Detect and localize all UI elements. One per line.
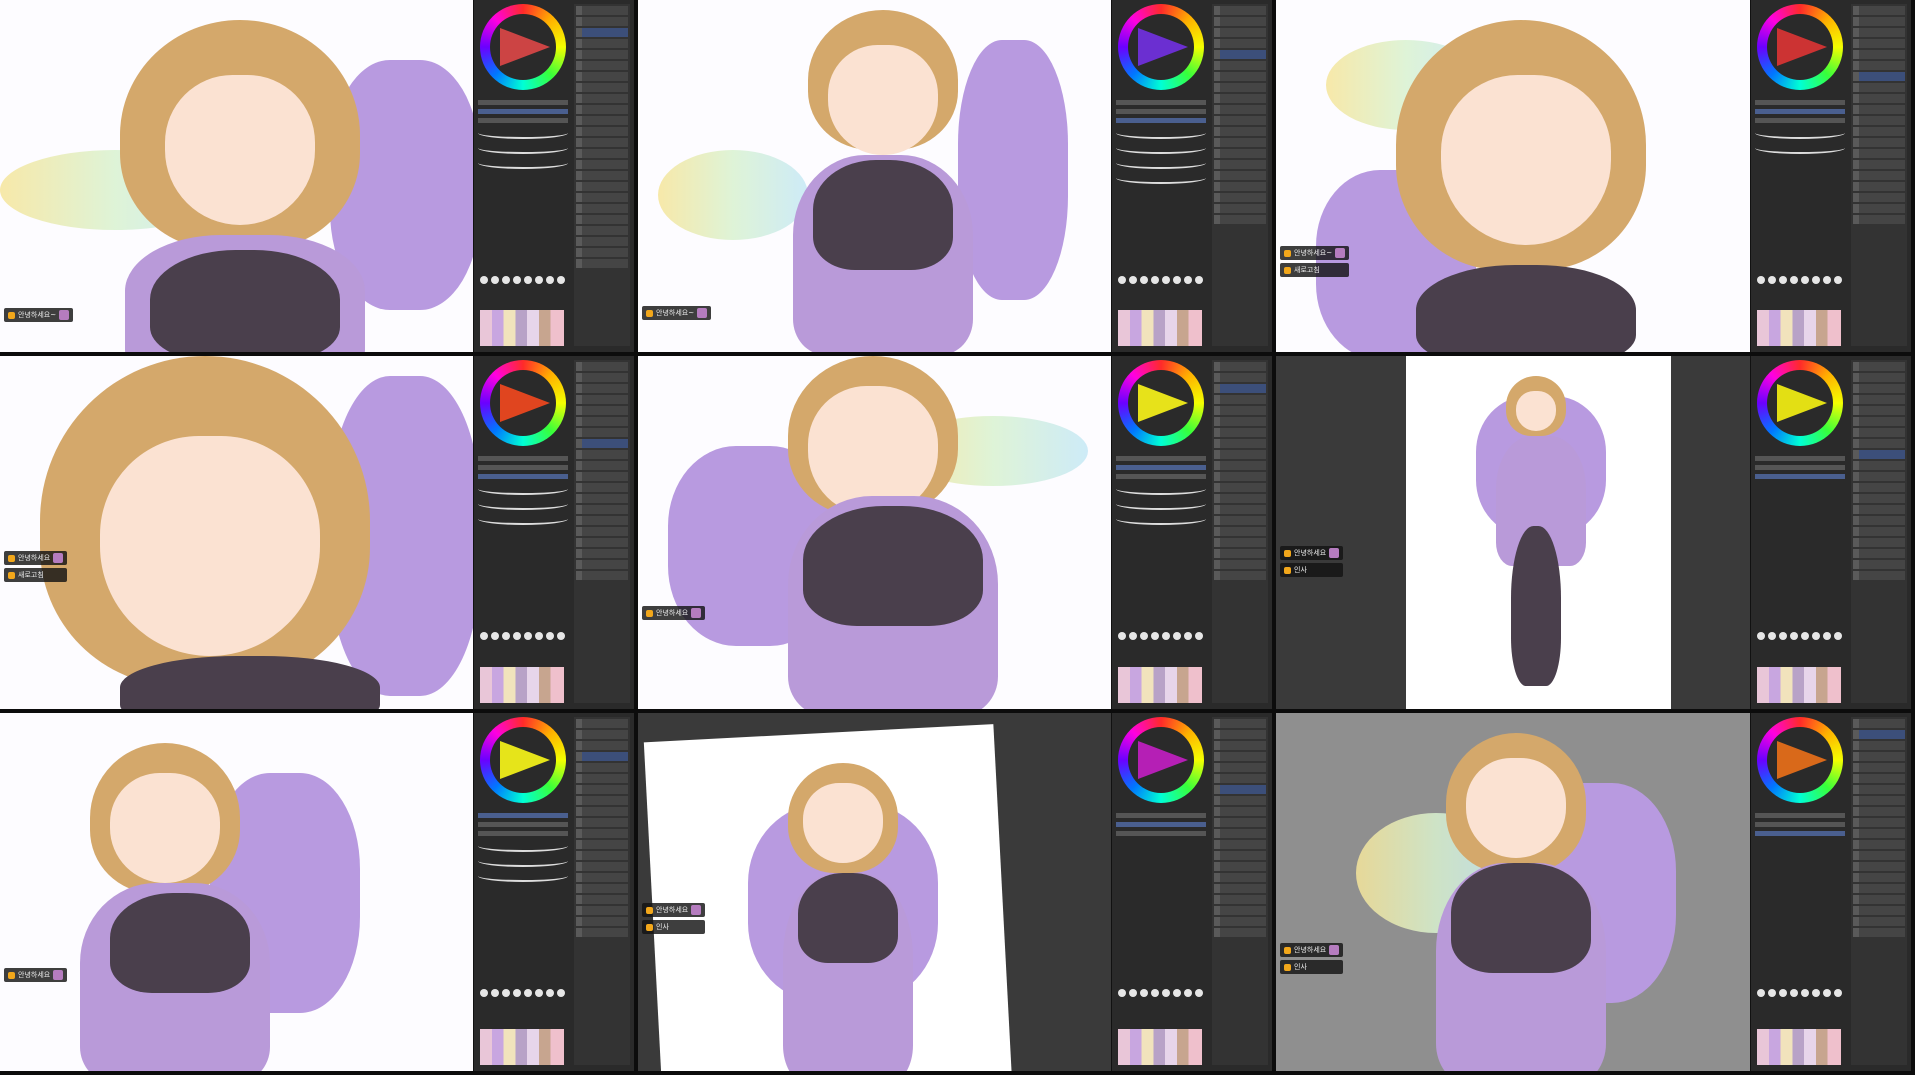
chat-overlay: 안녕하세요 [642, 606, 706, 620]
tool-panel [1750, 0, 1911, 352]
layer-list[interactable] [1851, 4, 1907, 346]
drawing-canvas[interactable]: 안녕하세요 인사 [1276, 356, 1750, 709]
tool-panel [1750, 356, 1911, 709]
chat-message: 안녕하세요~ [18, 311, 57, 319]
chat-message: 안녕하세요 [18, 971, 51, 979]
chat-overlay: 안녕하세요~ [4, 308, 74, 322]
chat-message: 안녕하세요 [1294, 549, 1327, 557]
brush-list[interactable] [1755, 96, 1845, 157]
chat-overlay: 안녕하세요~ 새로고침 [1280, 246, 1350, 277]
color-swatches[interactable] [480, 667, 564, 703]
color-swatches[interactable] [1757, 310, 1841, 346]
chat-overlay: 안녕하세요~ [642, 306, 712, 320]
color-swatches[interactable] [1118, 310, 1202, 346]
tool-panel [473, 0, 634, 352]
brush-size-dots[interactable] [1118, 632, 1208, 640]
tool-panel [473, 356, 634, 709]
color-swatches[interactable] [1118, 667, 1202, 703]
brush-size-dots[interactable] [1757, 276, 1847, 284]
chat-overlay: 안녕하세요 인사 [642, 903, 706, 934]
chat-overlay: 안녕하세요 [4, 968, 68, 982]
color-swatches[interactable] [480, 310, 564, 346]
brush-list[interactable] [1116, 809, 1206, 840]
chat-message: 안녕하세요~ [656, 309, 695, 317]
brush-size-dots[interactable] [1118, 989, 1208, 997]
frame-8: 안녕하세요 인사 [638, 713, 1276, 1075]
brush-list[interactable] [1116, 452, 1206, 528]
frame-7: 안녕하세요 [0, 713, 638, 1075]
color-swatches[interactable] [1757, 1029, 1841, 1065]
brush-list[interactable] [1755, 452, 1845, 483]
drawing-canvas[interactable]: 안녕하세요~ 새로고침 [1276, 0, 1750, 352]
chat-message: 안녕하세요 [656, 609, 689, 617]
brush-size-dots[interactable] [480, 989, 570, 997]
chat-message: 인사 [1294, 566, 1307, 574]
chat-message: 인사 [656, 923, 669, 931]
frame-6: 안녕하세요 인사 [1276, 356, 1915, 713]
tool-panel [1111, 713, 1272, 1071]
frame-3: 안녕하세요~ 새로고침 [1276, 0, 1915, 356]
color-wheel[interactable] [480, 360, 566, 446]
chat-overlay: 안녕하세요 새로고침 [4, 551, 68, 582]
chat-overlay: 안녕하세요 인사 [1280, 943, 1344, 974]
chat-message: 새로고침 [18, 571, 44, 579]
color-wheel[interactable] [1118, 717, 1204, 803]
layer-list[interactable] [574, 717, 630, 1065]
tool-panel [1111, 0, 1272, 352]
chat-message: 안녕하세요 [18, 554, 51, 562]
frame-4: 안녕하세요 새로고침 [0, 356, 638, 713]
brush-list[interactable] [1116, 96, 1206, 187]
color-swatches[interactable] [1757, 667, 1841, 703]
color-swatches[interactable] [480, 1029, 564, 1065]
chat-message: 인사 [1294, 963, 1307, 971]
color-swatches[interactable] [1118, 1029, 1202, 1065]
drawing-canvas[interactable]: 안녕하세요 [638, 356, 1112, 709]
layer-list[interactable] [1851, 717, 1907, 1065]
tool-panel [1111, 356, 1272, 709]
brush-size-dots[interactable] [480, 276, 570, 284]
brush-list[interactable] [1755, 809, 1845, 840]
brush-list[interactable] [478, 452, 568, 528]
drawing-canvas[interactable]: 안녕하세요~ [0, 0, 474, 352]
chat-message: 안녕하세요 [656, 906, 689, 914]
chat-message: 새로고침 [1294, 266, 1320, 274]
layer-list[interactable] [1212, 717, 1268, 1065]
frame-2: 안녕하세요~ [638, 0, 1276, 356]
brush-size-dots[interactable] [1757, 989, 1847, 997]
brush-size-dots[interactable] [1118, 276, 1208, 284]
color-wheel[interactable] [480, 4, 566, 90]
drawing-canvas[interactable]: 안녕하세요 인사 [1276, 713, 1750, 1071]
drawing-canvas[interactable]: 안녕하세요 인사 [638, 713, 1112, 1071]
color-wheel[interactable] [480, 717, 566, 803]
color-wheel[interactable] [1757, 717, 1843, 803]
layer-list[interactable] [1851, 360, 1907, 703]
drawing-canvas[interactable]: 안녕하세요 새로고침 [0, 356, 474, 709]
frame-5: 안녕하세요 [638, 356, 1276, 713]
layer-list[interactable] [1212, 4, 1268, 346]
brush-list[interactable] [478, 96, 568, 172]
drawing-canvas[interactable]: 안녕하세요~ [638, 0, 1112, 352]
tool-panel [1750, 713, 1911, 1071]
brush-size-dots[interactable] [480, 632, 570, 640]
layer-list[interactable] [574, 360, 630, 703]
brush-list[interactable] [478, 809, 568, 885]
chat-message: 안녕하세요~ [1294, 249, 1333, 257]
chat-overlay: 안녕하세요 인사 [1280, 546, 1344, 577]
frame-1: 안녕하세요~ [0, 0, 638, 356]
brush-size-dots[interactable] [1757, 632, 1847, 640]
layer-list[interactable] [574, 4, 630, 346]
chat-message: 안녕하세요 [1294, 946, 1327, 954]
color-wheel[interactable] [1118, 4, 1204, 90]
color-wheel[interactable] [1118, 360, 1204, 446]
color-wheel[interactable] [1757, 360, 1843, 446]
layer-list[interactable] [1212, 360, 1268, 703]
timelapse-grid: 안녕하세요~ 안녕하세요~ 안녕하세요~ 새로고침 안녕하세요 새로고침 안녕하… [0, 0, 1915, 1075]
color-wheel[interactable] [1757, 4, 1843, 90]
drawing-canvas[interactable]: 안녕하세요 [0, 713, 474, 1071]
frame-9: 안녕하세요 인사 [1276, 713, 1915, 1075]
tool-panel [473, 713, 634, 1071]
